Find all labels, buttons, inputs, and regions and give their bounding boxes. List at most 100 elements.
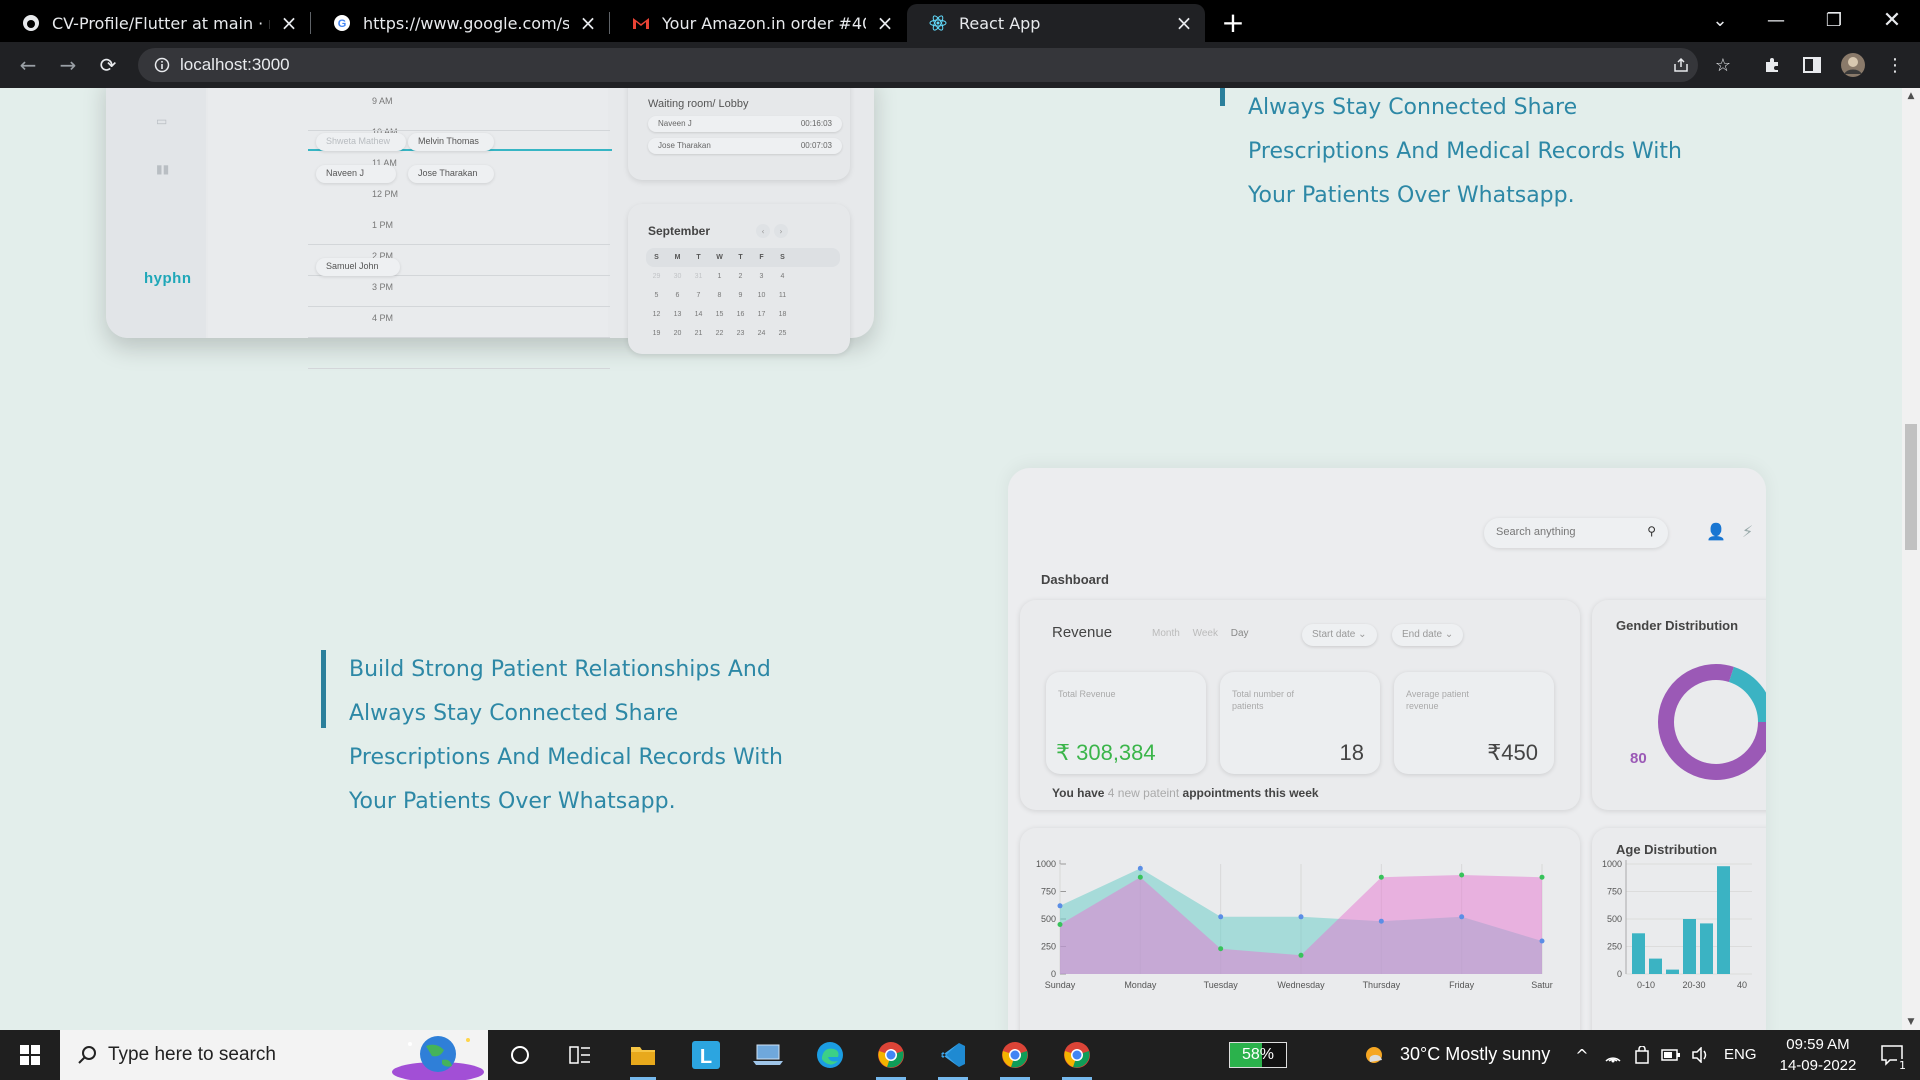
weekday-label: S (654, 254, 659, 261)
chrome-profile-icon[interactable] (1048, 1030, 1106, 1080)
new-tab-button[interactable]: + (1217, 6, 1249, 39)
lobby-row: Jose Tharakan 00:07:03 (648, 138, 842, 154)
stat-label: Total Revenue (1058, 689, 1116, 699)
x-tick-label: Thursday (1363, 980, 1401, 990)
age-bar (1700, 923, 1713, 974)
data-point (1137, 865, 1143, 871)
power-plug-icon[interactable] (1658, 1030, 1684, 1080)
browser-menu-icon[interactable]: ⋮ (1880, 50, 1910, 80)
weather-icon[interactable] (1356, 1030, 1392, 1080)
data-point (1378, 918, 1384, 924)
tab-gmail[interactable]: Your Amazon.in order #408-3210 × (610, 4, 906, 42)
hour-line (308, 244, 610, 245)
speaker-icon[interactable] (1688, 1030, 1714, 1080)
gender-donut-chart (1658, 664, 1766, 780)
gender-value: 80 (1630, 750, 1647, 767)
edge-icon[interactable] (804, 1030, 856, 1080)
network-icon[interactable] (1600, 1030, 1626, 1080)
security-icon[interactable] (1630, 1030, 1654, 1080)
weather-text[interactable]: 30°C Mostly sunny (1400, 1044, 1550, 1065)
close-icon[interactable]: × (577, 11, 599, 35)
close-icon[interactable]: × (874, 11, 896, 35)
file-explorer-icon[interactable] (616, 1030, 670, 1080)
tab-search-chevron-icon[interactable]: ⌄ (1692, 0, 1748, 40)
scrollbar-thumb[interactable] (1905, 424, 1917, 550)
weekday-label: F (759, 254, 764, 261)
notifications-icon[interactable]: 1 (1870, 1030, 1914, 1080)
device-app-icon[interactable] (742, 1030, 794, 1080)
x-tick-label: Wednesday (1277, 980, 1325, 990)
language-indicator[interactable]: ENG (1724, 1046, 1757, 1063)
chrome-profile-icon[interactable] (986, 1030, 1044, 1080)
day-cell: 13 (673, 311, 682, 318)
appointment-chip: Naveen J (316, 165, 396, 183)
close-icon[interactable]: × (278, 11, 300, 35)
scroll-down-icon[interactable]: ▼ (1902, 1014, 1920, 1030)
x-tick-label: 0-10 (1637, 980, 1655, 990)
url-text[interactable]: localhost:3000 (180, 55, 290, 75)
vscode-icon[interactable] (924, 1030, 982, 1080)
address-bar[interactable]: localhost:3000 (138, 48, 1698, 82)
chrome-icon[interactable] (862, 1030, 920, 1080)
week-row: 12 13 14 15 16 17 18 (646, 305, 840, 324)
month-title: September (648, 224, 711, 238)
day-cell: 14 (694, 311, 703, 318)
day-cell: 2 (738, 273, 743, 280)
clock[interactable]: 09:59 AM 14-09-2022 (1770, 1034, 1866, 1076)
y-tick-label: 0 (1617, 969, 1622, 979)
y-tick-label: 1000 (1036, 859, 1056, 869)
mock-search-field: Search anything ⚲ (1484, 518, 1668, 548)
y-tick-label: 0 (1051, 969, 1056, 979)
tab-react-app[interactable]: React App × (907, 4, 1205, 42)
info-icon[interactable] (144, 57, 180, 73)
reload-icon[interactable]: ⟳ (92, 49, 124, 81)
note-count: 4 new pateint (1107, 786, 1180, 800)
scroll-up-icon[interactable]: ▲ (1902, 88, 1920, 104)
battery-meter[interactable]: 58% (1228, 1030, 1288, 1080)
profile-avatar[interactable] (1838, 50, 1868, 80)
back-arrow-icon[interactable]: ← (12, 49, 44, 81)
tab-github[interactable]: CV-Profile/Flutter at main · ruben × (0, 4, 310, 42)
hour-label: 3 PM (372, 282, 394, 292)
hour-label: 12 PM (372, 189, 399, 199)
taskbar-search-field[interactable]: Type here to search (60, 1030, 488, 1080)
period-day: Day (1230, 628, 1249, 639)
day-cell: 20 (673, 330, 682, 337)
day-cell: 8 (717, 292, 722, 299)
forward-arrow-icon[interactable]: → (52, 49, 84, 81)
task-view-icon[interactable] (554, 1030, 606, 1080)
stat-label: Average patient revenue (1406, 689, 1469, 711)
day-cell: 9 (738, 292, 743, 299)
stat-card: Total Revenue ₹ 308,384 (1046, 672, 1206, 774)
extensions-puzzle-icon[interactable] (1757, 50, 1787, 80)
restore-button[interactable]: ❐ (1806, 0, 1862, 40)
day-cell: 31 (694, 273, 703, 280)
minimize-button[interactable]: — (1748, 0, 1804, 40)
x-tick-label: Satur (1531, 980, 1553, 990)
page-scrollbar[interactable]: ▲ ▼ (1902, 88, 1920, 1030)
l-app-icon[interactable]: L (680, 1030, 732, 1080)
y-tick-label: 1000 (1602, 859, 1622, 869)
day-cell: 25 (778, 330, 787, 337)
hour-line (308, 130, 610, 131)
taskbar-search-placeholder: Type here to search (108, 1044, 276, 1065)
stat-label: Total number of patients (1232, 689, 1295, 711)
end-date-label: End date (1402, 629, 1443, 640)
cortana-icon[interactable] (494, 1030, 546, 1080)
close-window-button[interactable]: ✕ (1864, 0, 1920, 40)
share-icon[interactable] (1666, 50, 1696, 80)
browser-toolbar: ← → ⟳ localhost:3000 ☆ ⋮ (0, 42, 1920, 88)
lobby-name: Jose Tharakan (658, 141, 711, 150)
notification-count: 1 (1897, 1059, 1908, 1072)
feature-text-main: Build Strong Patient Relationships And A… (321, 648, 783, 824)
github-icon (22, 14, 40, 32)
donut-slice (1728, 666, 1766, 723)
age-bar (1632, 933, 1645, 974)
chevron-up-icon[interactable]: ^ (1570, 1030, 1594, 1080)
side-panel-icon[interactable] (1797, 50, 1827, 80)
tab-google[interactable]: G https://www.google.com/search? × (311, 4, 609, 42)
bookmark-star-icon[interactable]: ☆ (1708, 50, 1738, 80)
lobby-name: Naveen J (658, 119, 692, 128)
close-icon[interactable]: × (1173, 11, 1195, 35)
windows-start-icon[interactable] (0, 1030, 60, 1080)
